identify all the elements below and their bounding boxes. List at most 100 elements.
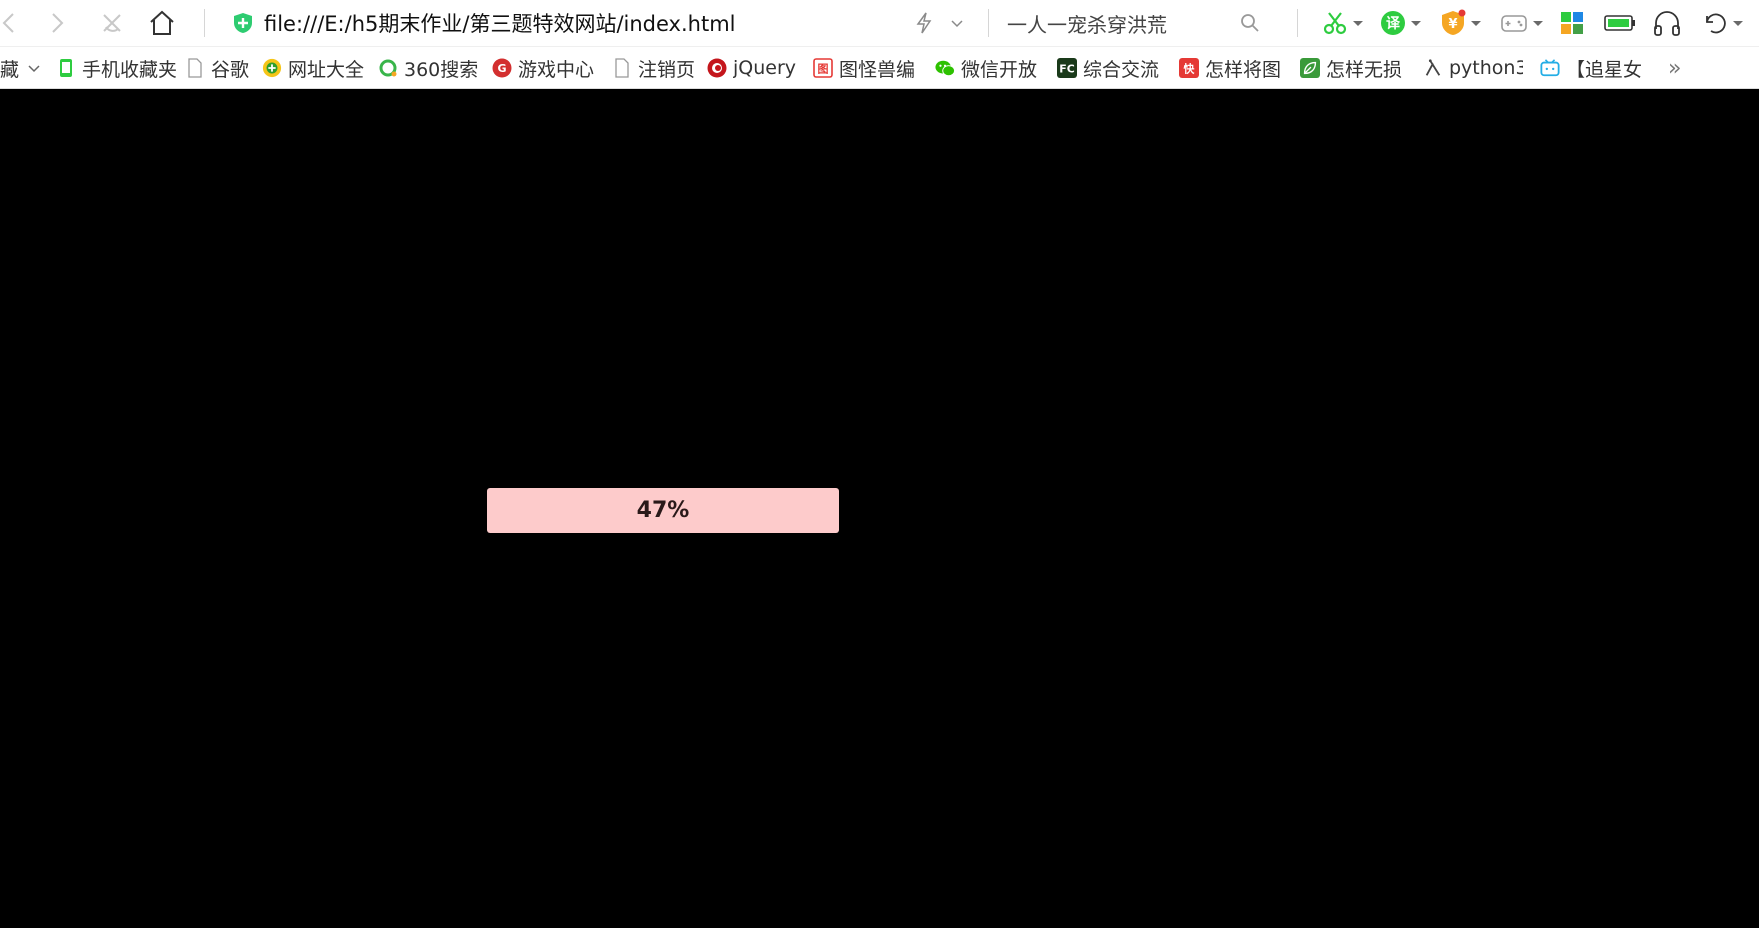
bookmark-item[interactable]: FC 综合交流: [1057, 47, 1162, 89]
stop-button[interactable]: [95, 6, 129, 40]
bookmark-item[interactable]: 怎样无损: [1300, 47, 1405, 89]
bookmark-label: 谷歌: [211, 58, 250, 81]
bookmark-item[interactable]: 谷歌: [185, 47, 250, 89]
loading-progress-box: 47%: [487, 488, 839, 533]
bookmark-label: 怎样将图: [1205, 58, 1282, 81]
chevron-down-icon: [1353, 20, 1363, 26]
svg-text:¥: ¥: [1448, 17, 1457, 32]
bookmark-label: 综合交流: [1083, 58, 1160, 81]
toolbar-divider: [1297, 9, 1298, 37]
security-shield-icon: [234, 13, 252, 33]
headphones-icon: [1654, 11, 1680, 36]
bookmark-label: 手机收藏夹: [82, 58, 176, 81]
wechat-icon: [935, 60, 955, 77]
bookmark-item[interactable]: 网址大全: [262, 47, 370, 89]
back-icon: [2, 13, 14, 33]
apps-grid-icon: [1561, 12, 1583, 34]
chevron-down-icon: [1471, 20, 1481, 26]
page-icon: [615, 58, 629, 78]
bilibili-icon: [1540, 59, 1560, 77]
chevron-down-icon: [951, 20, 963, 28]
search-icon[interactable]: [1239, 12, 1261, 34]
stop-icon: [103, 14, 121, 32]
bookmark-item[interactable]: 【追星女: [1540, 47, 1645, 89]
search-box[interactable]: [1005, 4, 1275, 42]
bookmark-item[interactable]: 图 图怪兽编: [813, 47, 918, 89]
bookmark-label: jQuery: [733, 57, 797, 79]
browser-toolbar: file:///E:/h5期末作业/第三题特效网站/index.html 译 ¥: [0, 0, 1759, 46]
bookmark-label: 微信开放: [961, 58, 1038, 81]
undo-icon: [1706, 13, 1726, 34]
chevron-down-icon: [28, 65, 40, 73]
dropdown-button[interactable]: [940, 6, 974, 40]
bookmark-item[interactable]: python3: [1423, 47, 1523, 89]
bookmark-folder[interactable]: 藏: [0, 47, 41, 89]
bookmark-item[interactable]: 360搜索: [378, 47, 483, 89]
double-chevron-right-icon: »: [1668, 55, 1682, 81]
bookmark-label: python3: [1449, 57, 1523, 79]
speed-mode-button[interactable]: [907, 6, 941, 40]
bookmark-label: 藏: [0, 58, 20, 81]
home-icon: [150, 10, 174, 35]
bookmarks-bar: 藏 手机收藏夹 谷歌 网址大全 360搜索 G 游戏中心 注销页 jQuery …: [0, 46, 1759, 89]
svg-text:图: 图: [818, 63, 829, 76]
chevron-down-icon: [1411, 20, 1421, 26]
battery-extension-button[interactable]: [1604, 6, 1636, 40]
shopping-shield-icon: ¥: [1442, 9, 1466, 35]
scissors-icon: [1323, 12, 1347, 35]
svg-text:译: 译: [1386, 16, 1401, 32]
kuai-icon: 快: [1179, 58, 1199, 78]
tuguaishou-icon: 图: [813, 58, 833, 78]
svg-text:快: 快: [1183, 62, 1196, 76]
translate-icon: 译: [1381, 11, 1405, 35]
bookmark-label: 怎样无损: [1326, 58, 1403, 81]
leaf-icon: [1300, 58, 1320, 78]
home-button[interactable]: [145, 6, 179, 40]
svg-text:G: G: [497, 62, 506, 75]
jquery-icon: [707, 58, 727, 78]
bookmark-item[interactable]: 注销页: [612, 47, 697, 89]
more-bookmarks-button[interactable]: »: [1668, 47, 1681, 89]
svg-text:FC: FC: [1059, 63, 1074, 76]
shopping-extension-button[interactable]: ¥: [1440, 6, 1481, 40]
chevron-down-icon: [1533, 20, 1543, 26]
lightning-icon: [916, 12, 932, 34]
chevron-down-icon: [1733, 20, 1743, 26]
translate-extension-button[interactable]: 译: [1380, 6, 1421, 40]
page-content: 47%: [0, 89, 1759, 928]
back-button[interactable]: [0, 6, 26, 40]
toolbar-divider: [204, 9, 205, 37]
page-icon: [188, 58, 202, 78]
toolbar-divider: [988, 9, 989, 37]
bookmark-label: 网址大全: [288, 58, 365, 81]
bookmark-label: 游戏中心: [518, 58, 595, 81]
undo-close-tab-button[interactable]: [1702, 6, 1743, 40]
apps-extension-button[interactable]: [1560, 6, 1584, 40]
bookmark-item[interactable]: G 游戏中心: [492, 47, 597, 89]
headphones-extension-button[interactable]: [1652, 6, 1682, 40]
url-text[interactable]: file:///E:/h5期末作业/第三题特效网站/index.html: [264, 8, 735, 38]
game-extension-button[interactable]: [1500, 6, 1543, 40]
bookmark-label: 【追星女: [1566, 58, 1643, 81]
address-bar[interactable]: file:///E:/h5期末作业/第三题特效网站/index.html: [232, 4, 992, 42]
progress-percentage: 47%: [636, 498, 690, 523]
forward-button[interactable]: [40, 6, 74, 40]
directory-icon: [262, 58, 282, 78]
game-icon: G: [492, 58, 512, 78]
bookmark-item[interactable]: 手机收藏夹: [56, 47, 176, 89]
bookmark-item[interactable]: 微信开放: [935, 47, 1040, 89]
browser-chrome: file:///E:/h5期末作业/第三题特效网站/index.html 译 ¥: [0, 0, 1759, 89]
bookmark-label: 注销页: [638, 58, 696, 81]
bookmark-label: 360搜索: [404, 58, 479, 81]
phone-icon: [60, 59, 72, 77]
lambda-icon: [1425, 59, 1441, 76]
screenshot-extension-button[interactable]: [1322, 6, 1363, 40]
forward-icon: [52, 13, 64, 33]
bookmark-item[interactable]: jQuery: [707, 47, 797, 89]
gamepad-icon: [1501, 15, 1527, 32]
fc-icon: FC: [1057, 58, 1077, 78]
search-input[interactable]: [1005, 10, 1239, 36]
bookmark-item[interactable]: 快 怎样将图: [1179, 47, 1284, 89]
battery-icon: [1604, 15, 1635, 31]
search360-icon: [379, 59, 397, 77]
